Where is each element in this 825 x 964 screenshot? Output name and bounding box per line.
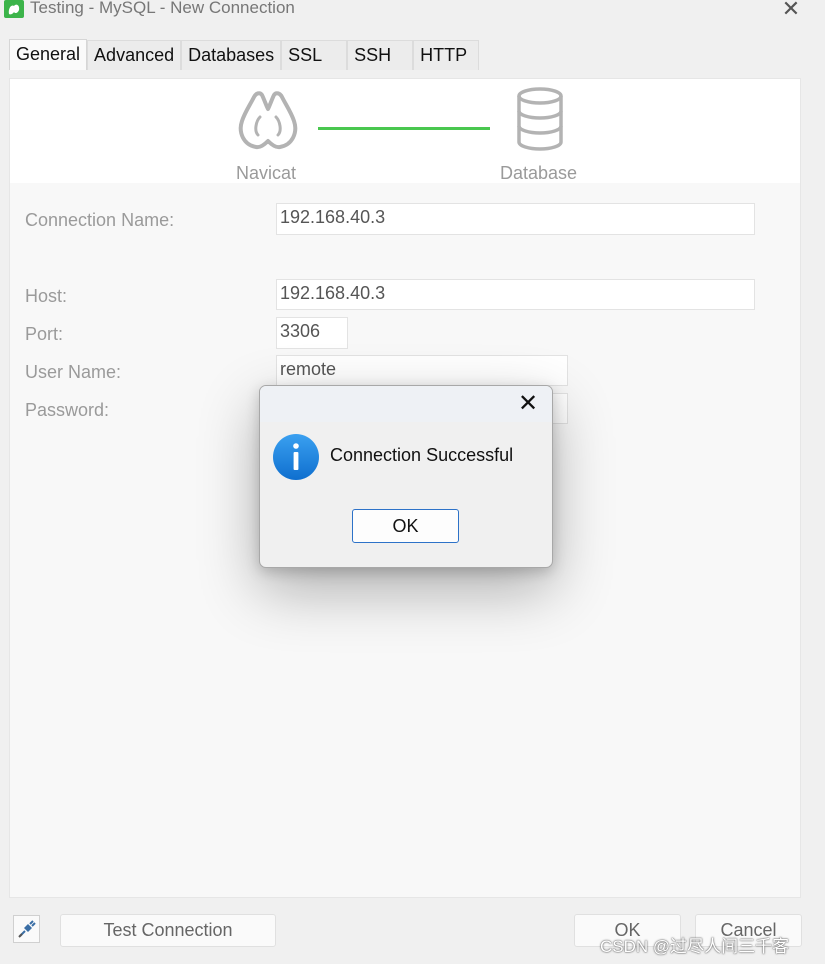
tab-bar: General Advanced Databases SSL SSH HTTP: [9, 39, 480, 70]
user-name-label: User Name:: [25, 362, 122, 382]
window-title: Testing - MySQL - New Connection: [30, 0, 295, 17]
port-label: Port:: [25, 324, 64, 344]
test-connection-button[interactable]: Test Connection: [60, 914, 276, 947]
connection-name-input[interactable]: 192.168.40.3: [276, 203, 755, 235]
connection-success-dialog: ✕ Connection Successful OK: [259, 385, 553, 568]
navicat-app-icon: [4, 0, 24, 18]
dialog-message: Connection Successful: [330, 445, 514, 465]
tab-ssl[interactable]: SSL: [281, 40, 348, 70]
dialog-ok-button[interactable]: OK: [352, 509, 459, 543]
close-icon: ✕: [781, 0, 801, 21]
host-label: Host:: [25, 286, 68, 306]
connection-settings-button[interactable]: [13, 915, 40, 943]
database-label: Database: [500, 163, 578, 183]
csdn-watermark: CSDN @过尽人间三千客: [600, 937, 790, 956]
navicat-label: Navicat: [236, 163, 297, 183]
tab-ssh[interactable]: SSH: [347, 40, 414, 70]
tab-databases[interactable]: Databases: [181, 40, 282, 70]
navicat-logo-icon: [238, 91, 298, 150]
user-name-input[interactable]: remote: [276, 355, 568, 386]
database-icon: [517, 87, 563, 151]
dialog-title-bar: [260, 386, 552, 422]
host-input[interactable]: 192.168.40.3: [276, 279, 755, 310]
plug-icon: [18, 920, 36, 938]
tab-general[interactable]: General: [9, 39, 88, 70]
port-input[interactable]: 3306: [276, 317, 348, 349]
connection-link-line: [318, 127, 490, 130]
window-close-button[interactable]: ✕: [778, 0, 804, 22]
info-icon: [273, 434, 319, 480]
dialog-close-button[interactable]: ✕: [514, 390, 542, 418]
close-icon: ✕: [517, 390, 539, 417]
connection-name-label: Connection Name:: [25, 210, 175, 230]
password-label: Password:: [25, 400, 110, 420]
tab-advanced[interactable]: Advanced: [87, 40, 182, 70]
tab-http[interactable]: HTTP: [413, 40, 480, 70]
title-bar: Testing - MySQL - New Connection ✕: [0, 0, 825, 22]
connection-graphic: Navicat Database: [10, 79, 800, 183]
